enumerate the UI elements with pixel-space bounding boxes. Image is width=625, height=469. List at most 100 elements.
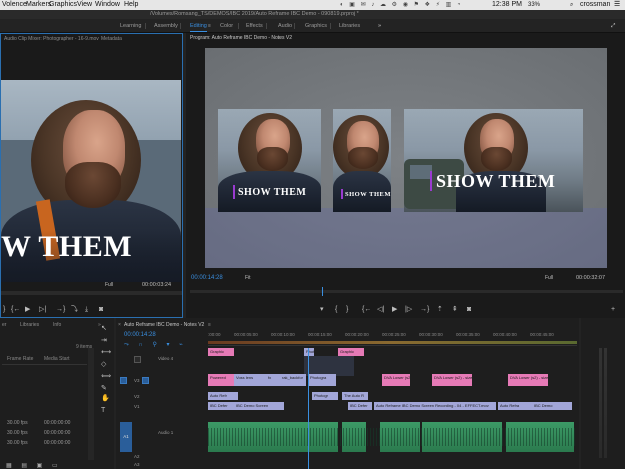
menu-window[interactable]: Window — [95, 0, 120, 10]
workspace-graphics[interactable]: Graphics — [305, 19, 327, 33]
prog-step-back-icon[interactable]: ◁| — [377, 306, 384, 314]
source-mark-out-icon[interactable]: } — [3, 306, 5, 314]
prog-lift-icon[interactable]: ⇡ — [437, 306, 443, 314]
workspace-assembly[interactable]: Assembly — [154, 19, 178, 33]
workspace-learning[interactable]: Learning — [120, 19, 141, 33]
source-go-in-icon[interactable]: {← — [11, 306, 20, 314]
timeline-ruler[interactable]: :00:00 00:00:05:00 00:00:10:00 00:00:15:… — [208, 330, 577, 346]
tab-audio-clip-mixer[interactable]: Audio Clip Mixer: Photographer - 16-9.mo… — [4, 36, 99, 43]
prog-export-frame-icon[interactable]: ◙ — [467, 306, 471, 314]
tab-metadata[interactable]: Metadata — [101, 36, 122, 43]
menu-help[interactable]: Help — [124, 0, 138, 10]
col-media-start[interactable]: Media Start — [44, 356, 70, 362]
hand-tool-icon[interactable]: ✋ — [101, 395, 110, 403]
prog-step-fwd-icon[interactable]: |▷ — [405, 306, 412, 314]
prog-mark-in-icon[interactable]: { — [335, 306, 337, 314]
clip-v1-5[interactable]: Auto Refra — [498, 402, 532, 410]
source-step-fwd-icon[interactable]: ▷| — [39, 306, 46, 314]
type-tool-icon[interactable]: T — [101, 407, 105, 415]
clip-v1-4[interactable]: Auto Reframe IBC Demo Screen Recording -… — [374, 402, 496, 410]
program-playhead[interactable] — [322, 287, 323, 296]
program-quality-select[interactable]: Full — [545, 274, 553, 282]
menu-markers[interactable]: Markers — [26, 0, 51, 10]
timeline-playhead[interactable] — [308, 348, 309, 469]
project-scrollbar[interactable] — [88, 348, 94, 460]
workspace-audio[interactable]: Audio — [278, 19, 292, 33]
thumbnail-square[interactable]: SHOW THEM — [218, 109, 321, 212]
clip-v3-8[interactable]: DVA Lower (s2) - size — [508, 374, 548, 386]
program-scrubber[interactable] — [190, 290, 623, 293]
col-frame-rate[interactable]: Frame Rate — [7, 356, 33, 362]
program-menu-icon[interactable]: ≡ — [278, 35, 281, 42]
clip-v4-thumbs[interactable] — [304, 356, 354, 376]
search-icon[interactable]: ⌕ — [570, 0, 573, 10]
track-a3[interactable]: A3 — [116, 460, 208, 469]
source-play-icon[interactable]: ▶ — [25, 306, 30, 314]
track-v1[interactable]: V1 — [116, 402, 208, 412]
selection-tool-icon[interactable]: ↖ — [101, 325, 107, 333]
workspace-editing[interactable]: Editing — [190, 19, 207, 33]
clip-v3-2[interactable]: Voss lens — [234, 374, 266, 386]
workspace-libraries[interactable]: Libraries — [339, 19, 360, 33]
track-v3[interactable]: V3 — [116, 376, 208, 386]
ripple-edit-icon[interactable]: ⟷ — [101, 349, 111, 357]
prog-marker-icon[interactable]: ▾ — [320, 306, 324, 314]
track-select-icon[interactable]: ⇥ — [101, 337, 107, 345]
prog-play-icon[interactable]: ▶ — [392, 306, 397, 314]
clip-v2-3[interactable]: The Auto R — [342, 392, 368, 400]
workspace-effects[interactable]: Effects — [246, 19, 263, 33]
workspace-menu-icon[interactable]: ≡ — [208, 19, 211, 33]
clip-v1-2[interactable]: IBC Demo Screen — [234, 402, 284, 410]
tab-libraries[interactable]: Libraries — [20, 322, 39, 329]
settings-icon[interactable]: ⤢ — [611, 19, 615, 33]
pen-tool-icon[interactable]: ✎ — [101, 385, 107, 393]
clip-v3-6[interactable]: DVA Lower (s2) — [382, 374, 410, 386]
clip-v4-1[interactable]: Graphic — [208, 348, 234, 356]
program-fit-select[interactable]: Fit — [245, 274, 251, 282]
prog-extract-icon[interactable]: ⇞ — [452, 306, 458, 314]
tab-info[interactable]: Info — [53, 322, 61, 329]
source-fit-select[interactable]: Full — [105, 281, 113, 289]
menu-list-icon[interactable]: ☰ — [614, 0, 620, 10]
prog-add-button-icon[interactable]: + — [611, 306, 615, 314]
more-workspaces-icon[interactable]: » — [378, 19, 381, 33]
program-title[interactable]: Program: Auto Reframe IBC Demo - Notes V… — [190, 35, 292, 42]
menu-view[interactable]: View — [77, 0, 92, 10]
source-go-out-icon[interactable]: →} — [56, 306, 65, 314]
project-footer-icons[interactable]: ▦ ▤ ▣ ▭ — [6, 462, 62, 469]
workspace-color[interactable]: Color — [220, 19, 233, 33]
source-video-frame[interactable]: W THEM — [1, 80, 181, 282]
source-scrubber[interactable] — [1, 291, 182, 295]
razor-tool-icon[interactable]: ◇ — [101, 361, 106, 369]
clip-v3-3[interactable]: fx — [266, 374, 280, 386]
track-v2[interactable]: V2 — [116, 392, 208, 402]
clip-v3-1[interactable]: Powered — [208, 374, 234, 386]
clip-v1-1[interactable]: IBC Defer — [208, 402, 234, 410]
thumbnail-vertical[interactable]: SHOW THEM — [333, 109, 391, 212]
thumbnail-wide[interactable]: SHOW THEM — [404, 109, 583, 212]
timeline-title[interactable]: Auto Reframe IBC Demo - Notes V2 — [124, 322, 204, 329]
clip-v3-7[interactable]: DVA Lower (s2) - size — [432, 374, 472, 386]
program-timecode[interactable]: 00:00:14:28 — [191, 274, 223, 282]
menu-graphics[interactable]: Graphics — [49, 0, 77, 10]
program-video-frame[interactable]: SHOW THEM SHOW THEM SHOW THEM — [205, 48, 607, 268]
slip-tool-icon[interactable]: ⟺ — [101, 373, 111, 381]
prog-go-out-icon[interactable]: →} — [420, 306, 429, 314]
prog-mark-out-icon[interactable]: } — [346, 306, 348, 314]
clip-v2-2[interactable]: Photogr — [312, 392, 338, 400]
track-a1[interactable]: A1 Audio 1 — [116, 422, 208, 452]
source-export-frame-icon[interactable]: ◙ — [99, 306, 103, 314]
track-v4[interactable]: Video 4 — [116, 354, 208, 364]
source-insert-icon[interactable]: ⤵ — [71, 306, 78, 314]
timeline-timecode[interactable]: 00:00:14:28 — [124, 331, 156, 339]
timeline-menu-icon[interactable]: ≡ — [208, 322, 211, 329]
timeline-close-icon[interactable]: × — [118, 322, 121, 329]
clip-v1-3[interactable]: IBC Defer — [348, 402, 372, 410]
clip-v1-6[interactable]: IBC Demo — [532, 402, 572, 410]
tab-project[interactable]: er — [2, 322, 6, 329]
clip-v3-5[interactable]: Photogra — [308, 374, 336, 386]
menu-volence[interactable]: Volence — [2, 0, 27, 10]
clip-v2-1[interactable]: Auto Refr — [208, 392, 238, 400]
clip-v4-2[interactable]: Photo — [304, 348, 314, 356]
clip-v4-3[interactable]: Graphic — [338, 348, 364, 356]
